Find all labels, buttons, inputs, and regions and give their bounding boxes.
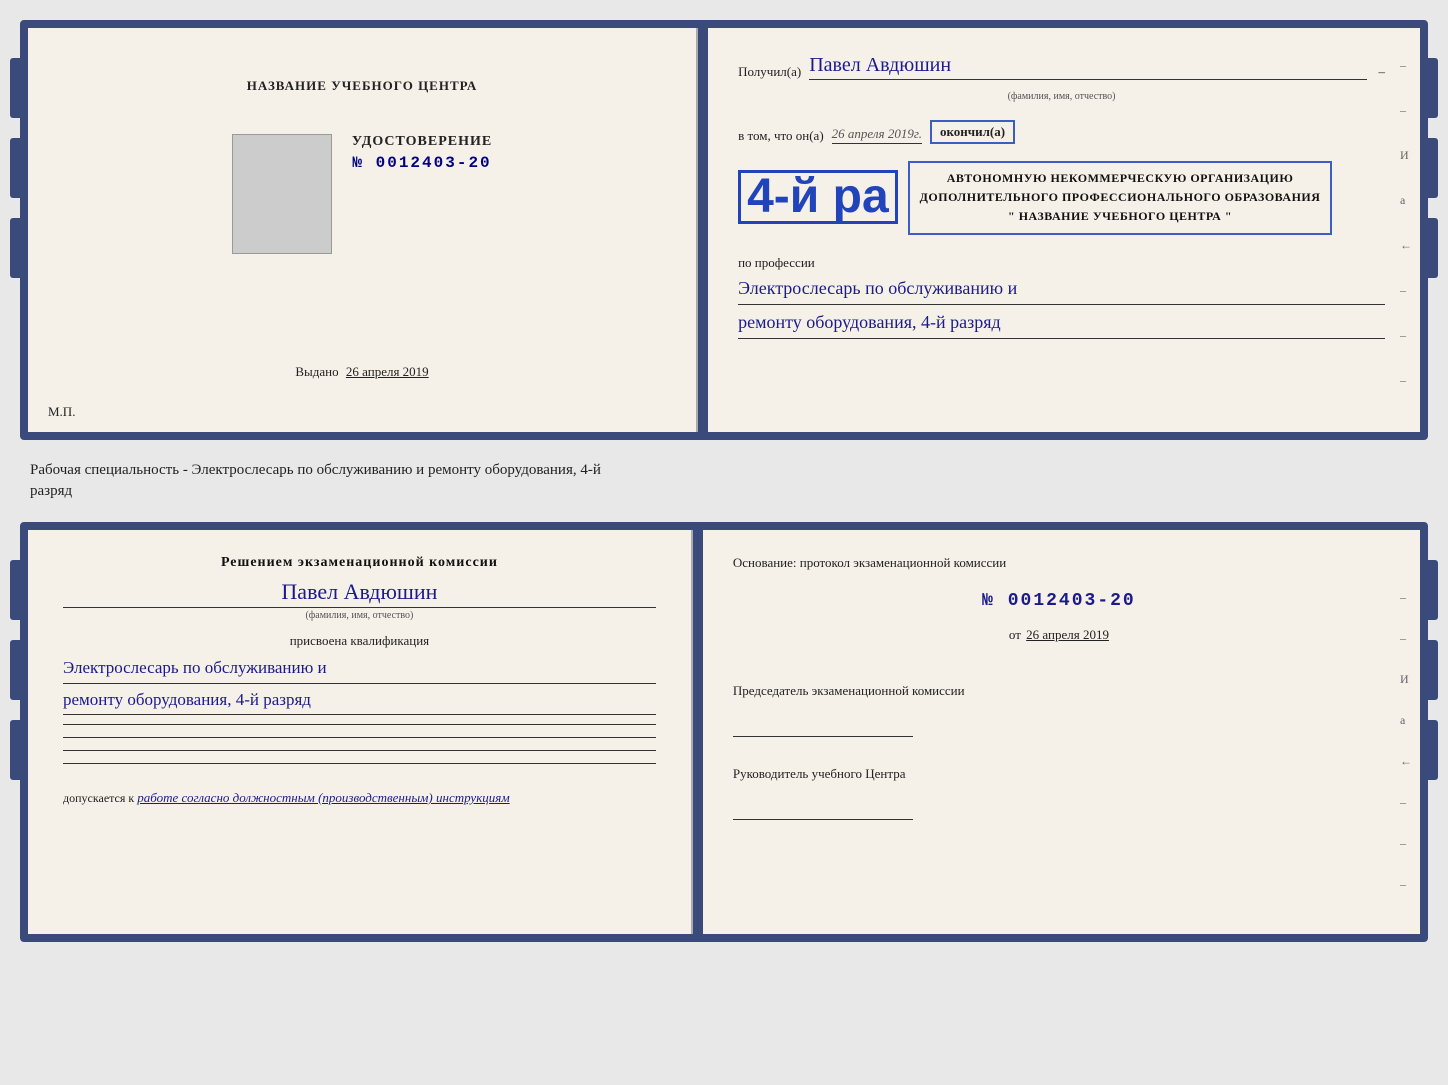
sig-line-4 — [63, 763, 656, 764]
bottom-right-margin-labels: – – И а ← – – – — [1400, 590, 1412, 892]
допускается-prefix: допускается к — [63, 791, 134, 805]
dash-5: – — [1400, 373, 1412, 388]
top-document: НАЗВАНИЕ УЧЕБНОГО ЦЕНТРА УДОСТОВЕРЕНИЕ №… — [20, 20, 1428, 440]
ot-prefix: от — [1009, 627, 1021, 642]
osnование-title: Основание: протокол экзаменационной коми… — [733, 555, 1385, 571]
sig-line-2 — [63, 737, 656, 738]
b-dash-2: – — [1400, 631, 1412, 646]
bottom-document: Решением экзаменационной комиссии Павел … — [20, 522, 1428, 942]
cert-number: № 0012403-20 — [352, 154, 492, 172]
recipient-prefix: Получил(а) — [738, 64, 801, 80]
left-tab-1 — [10, 58, 26, 118]
bottom-profession-line1: Электрослесарь по обслуживанию и — [63, 655, 656, 684]
right-binding-tabs — [1422, 58, 1438, 278]
org-stamp: АВТОНОМНУЮ НЕКОММЕРЧЕСКУЮ ОРГАНИЗАЦИЮ ДО… — [908, 161, 1333, 235]
bottom-right-tab-3 — [1422, 720, 1438, 780]
recipient-name: Павел Авдюшин — [809, 53, 1366, 80]
vtom-date: 26 апреля 2019г. — [832, 126, 922, 144]
cert-label: УДОСТОВЕРЕНИЕ — [352, 134, 492, 150]
left-binding-tabs — [10, 58, 26, 278]
bottom-spine-divider — [693, 530, 703, 934]
допускается-section: допускается к работе согласно должностны… — [63, 790, 656, 806]
profession-label: по профессии — [738, 255, 1385, 271]
org-line1: АВТОНОМНУЮ НЕКОММЕРЧЕСКУЮ ОРГАНИЗАЦИЮ — [920, 169, 1321, 188]
right-tab-2 — [1422, 138, 1438, 198]
director-sig-line — [733, 819, 913, 820]
left-tab-3 — [10, 218, 26, 278]
bottom-right-tab-2 — [1422, 640, 1438, 700]
b-dash-5: – — [1400, 877, 1412, 892]
b-dash-1: – — [1400, 590, 1412, 605]
recipient-subtitle: (фамилия, имя, отчество) — [738, 91, 1385, 102]
issued-date: 26 апреля 2019 — [346, 364, 429, 379]
label-i: И — [1400, 148, 1412, 163]
dash-after-name: – — [1379, 64, 1386, 80]
sig-line-3 — [63, 750, 656, 751]
b-dash-4: – — [1400, 836, 1412, 851]
protocol-number: № 0012403-20 — [733, 591, 1385, 611]
dash-1: – — [1400, 58, 1412, 73]
between-text-block: Рабочая специальность - Электрослесарь п… — [20, 458, 1428, 504]
cert-text-block: УДОСТОВЕРЕНИЕ № 0012403-20 — [352, 134, 492, 172]
training-center-title: НАЗВАНИЕ УЧЕБНОГО ЦЕНТРА — [247, 78, 478, 94]
between-line2: разряд — [30, 481, 1418, 502]
stamp-area: 4-й ра АВТОНОМНУЮ НЕКОММЕРЧЕСКУЮ ОРГАНИЗ… — [738, 159, 1385, 235]
grade-stamp: 4-й ра — [738, 170, 898, 224]
b-dash-3: – — [1400, 795, 1412, 810]
bottom-left-tab-3 — [10, 720, 26, 780]
dash-4: – — [1400, 328, 1412, 343]
bottom-left-tab-2 — [10, 640, 26, 700]
vtom-prefix: в том, что он(а) — [738, 128, 824, 144]
label-arrow: ← — [1400, 238, 1412, 253]
vtom-line: в том, что он(а) 26 апреля 2019г. окончи… — [738, 120, 1385, 144]
person-subtitle: (фамилия, имя, отчество) — [63, 610, 656, 621]
b-label-a: а — [1400, 713, 1412, 728]
org-line3: " НАЗВАНИЕ УЧЕБНОГО ЦЕНТРА " — [920, 207, 1321, 226]
bottom-left-binding-tabs — [10, 560, 26, 780]
bottom-right-tab-1 — [1422, 560, 1438, 620]
ot-date: 26 апреля 2019 — [1026, 627, 1109, 642]
chairman-label: Председатель экзаменационной комиссии — [733, 682, 1385, 700]
mp-label: М.П. — [48, 404, 75, 420]
okonchil-label: окончил(а) — [930, 120, 1015, 144]
left-tab-2 — [10, 138, 26, 198]
page-wrapper: НАЗВАНИЕ УЧЕБНОГО ЦЕНТРА УДОСТОВЕРЕНИЕ №… — [20, 20, 1428, 942]
spine-divider — [698, 28, 708, 432]
right-margin-dashes: – – И а ← – – – — [1400, 58, 1412, 388]
dash-3: – — [1400, 283, 1412, 298]
допускается-hw: работе согласно должностным (производств… — [137, 790, 509, 805]
bottom-right-panel: Основание: протокол экзаменационной коми… — [703, 530, 1420, 934]
sig-line-1 — [63, 724, 656, 725]
decision-title: Решением экзаменационной комиссии — [63, 555, 656, 571]
bottom-left-tab-1 — [10, 560, 26, 620]
chairman-sig-line — [733, 736, 913, 737]
top-left-panel: НАЗВАНИЕ УЧЕБНОГО ЦЕНТРА УДОСТОВЕРЕНИЕ №… — [28, 28, 698, 432]
bottom-left-panel: Решением экзаменационной комиссии Павел … — [28, 530, 693, 934]
person-name: Павел Авдюшин — [63, 579, 656, 608]
profession-line1: Электрослесарь по обслуживанию и — [738, 275, 1385, 305]
right-tab-1 — [1422, 58, 1438, 118]
issued-line: Выдано 26 апреля 2019 — [295, 364, 428, 380]
right-tab-3 — [1422, 218, 1438, 278]
bottom-right-binding-tabs — [1422, 560, 1438, 780]
bottom-profession-line2: ремонту оборудования, 4-й разряд — [63, 687, 656, 716]
cert-section: УДОСТОВЕРЕНИЕ № 0012403-20 — [232, 134, 492, 274]
profession-line2: ремонту оборудования, 4-й разряд — [738, 309, 1385, 339]
recipient-line: Получил(а) Павел Авдюшин – — [738, 53, 1385, 80]
top-right-panel: Получил(а) Павел Авдюшин – (фамилия, имя… — [708, 28, 1420, 432]
b-label-arrow: ← — [1400, 754, 1412, 769]
label-a: а — [1400, 193, 1412, 208]
ot-date-line: от 26 апреля 2019 — [733, 627, 1385, 643]
between-line1: Рабочая специальность - Электрослесарь п… — [30, 460, 1418, 481]
photo-placeholder — [232, 134, 332, 254]
dash-2: – — [1400, 103, 1412, 118]
b-label-i: И — [1400, 672, 1412, 687]
issued-prefix: Выдано — [295, 364, 338, 379]
profession-section: по профессии Электрослесарь по обслужива… — [738, 255, 1385, 339]
org-line2: ДОПОЛНИТЕЛЬНОГО ПРОФЕССИОНАЛЬНОГО ОБРАЗО… — [920, 188, 1321, 207]
director-label: Руководитель учебного Центра — [733, 765, 1385, 783]
assigned-label: присвоена квалификация — [63, 633, 656, 649]
